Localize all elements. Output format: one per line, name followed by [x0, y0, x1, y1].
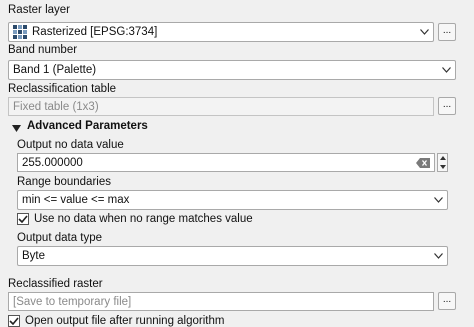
output-no-data-input[interactable]: 255.000000: [17, 153, 435, 172]
open-output-label: Open output file after running algorithm: [25, 315, 225, 327]
range-boundaries-value: min <= value <= max: [22, 194, 130, 206]
chevron-down-icon: [415, 23, 433, 41]
clear-icon[interactable]: [416, 157, 430, 168]
band-number-value: Band 1 (Palette): [13, 64, 97, 76]
raster-layer-combo[interactable]: Rasterized [EPSG:3734]: [8, 22, 434, 42]
advanced-parameters-toggle[interactable]: Advanced Parameters: [12, 120, 148, 132]
collapse-triangle-icon: [12, 123, 21, 132]
raster-layer-icon: [13, 25, 27, 39]
advanced-parameters-title: Advanced Parameters: [27, 120, 148, 132]
use-no-data-option[interactable]: Use no data when no range matches value: [17, 213, 253, 225]
band-number-label: Band number: [8, 44, 78, 56]
raster-layer-label: Raster layer: [8, 4, 70, 16]
open-output-option[interactable]: Open output file after running algorithm: [8, 315, 224, 327]
output-data-type-label: Output data type: [17, 232, 103, 244]
raster-layer-value: Rasterized [EPSG:3734]: [32, 26, 158, 38]
reclassification-table-value: Fixed table (1x3): [13, 100, 99, 113]
use-no-data-label: Use no data when no range matches value: [34, 213, 253, 225]
reclassification-table-field[interactable]: Fixed table (1x3): [8, 97, 434, 116]
use-no-data-checkbox[interactable]: [17, 213, 29, 225]
reclassified-raster-button[interactable]: ...: [438, 292, 456, 310]
chevron-down-icon: [437, 61, 455, 79]
raster-layer-browse-button[interactable]: ...: [438, 23, 456, 41]
reclassification-table-button[interactable]: ...: [438, 97, 456, 115]
chevron-down-icon: [429, 191, 447, 209]
reclassified-raster-label: Reclassified raster: [8, 278, 103, 290]
reclassified-raster-input[interactable]: [Save to temporary file]: [8, 292, 434, 311]
spin-down-icon[interactable]: [438, 163, 447, 172]
chevron-down-icon: [429, 247, 447, 265]
output-data-type-value: Byte: [22, 250, 46, 262]
reclassification-table-label: Reclassification table: [8, 83, 117, 95]
output-no-data-label: Output no data value: [17, 139, 124, 151]
open-output-checkbox[interactable]: [8, 315, 20, 327]
output-data-type-combo[interactable]: Byte: [17, 246, 448, 266]
range-boundaries-label: Range boundaries: [17, 176, 111, 188]
range-boundaries-combo[interactable]: min <= value <= max: [17, 190, 448, 210]
output-no-data-spinner[interactable]: [437, 153, 448, 172]
band-number-combo[interactable]: Band 1 (Palette): [8, 60, 456, 80]
spin-up-icon[interactable]: [438, 154, 447, 163]
output-no-data-value: 255.000000: [22, 156, 83, 169]
reclassified-raster-placeholder: [Save to temporary file]: [13, 295, 132, 308]
